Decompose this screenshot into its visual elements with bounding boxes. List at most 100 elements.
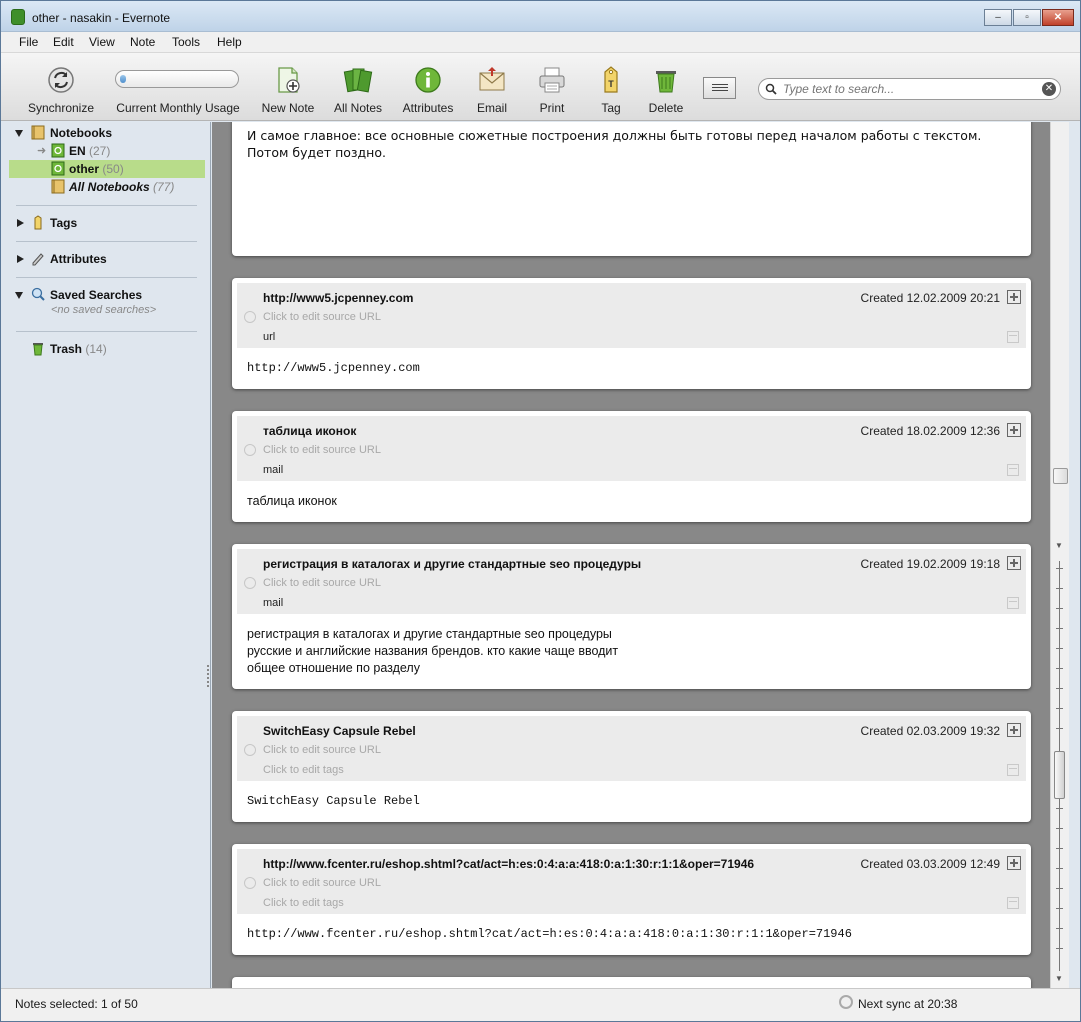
tag-label: Tag [601, 101, 621, 115]
source-url-field[interactable]: Click to edit source URL [263, 311, 381, 323]
no-saved-searches: <no saved searches> [51, 304, 157, 316]
sidebar-splitter-handle[interactable] [206, 665, 210, 689]
note-body[interactable]: регистрация в каталогах и другие стандар… [247, 626, 1016, 677]
tag-icon: T [604, 66, 618, 93]
notes-selected-status: Notes selected: 1 of 50 [15, 997, 138, 1011]
all-notebooks-icon [51, 179, 65, 194]
new-note-button[interactable]: New Note [257, 53, 319, 121]
note-title[interactable]: таблица иконок [263, 424, 356, 438]
tag-icon [34, 215, 42, 230]
tags-editor-icon[interactable] [1007, 331, 1019, 343]
window-controls: – ▫ ✕ [984, 9, 1074, 26]
expand-arrow-icon[interactable] [17, 255, 24, 263]
note-list: И самое главное: все основные сюжетные п… [212, 122, 1050, 988]
note-body[interactable]: таблица иконок [247, 493, 1016, 510]
note-tags[interactable]: mail [263, 597, 283, 609]
note-card[interactable]: регистрация в каталогах и другие стандар… [232, 544, 1031, 689]
view-options-button[interactable] [703, 77, 736, 99]
usage-label: Current Monthly Usage [116, 101, 240, 115]
expand-note-icon[interactable] [1007, 423, 1021, 437]
note-body[interactable]: SwitchEasy Capsule Rebel [247, 793, 1016, 810]
print-button[interactable]: Print [533, 53, 571, 121]
source-url-field[interactable]: Click to edit source URL [263, 444, 381, 456]
note-card[interactable]: И самое главное: все основные сюжетные п… [232, 122, 1031, 256]
expand-note-icon[interactable] [1007, 723, 1021, 737]
note-card[interactable]: таблица иконок Created 18.02.2009 12:36 … [232, 411, 1031, 522]
note-card[interactable] [232, 977, 1031, 988]
note-title[interactable]: http://www.fcenter.ru/eshop.shtml?cat/ac… [263, 857, 754, 871]
notebook-item-all[interactable]: All Notebooks (77) [1, 178, 201, 196]
trash-icon [33, 343, 43, 356]
note-card[interactable]: SwitchEasy Capsule Rebel Created 02.03.2… [232, 711, 1031, 822]
tags-editor-icon[interactable] [1007, 897, 1019, 909]
sidebar-tags[interactable]: Tags [1, 214, 201, 232]
scroll-down-arrow-icon[interactable]: ▼ [1055, 974, 1063, 983]
sidebar: Notebooks ➜ EN (27) other (50) All Noteb… [1, 122, 211, 988]
note-tags[interactable]: Click to edit tags [263, 764, 344, 776]
tags-editor-icon[interactable] [1007, 464, 1019, 476]
collapse-arrow-icon[interactable] [15, 130, 23, 137]
note-tags[interactable]: url [263, 331, 275, 343]
synchronize-button[interactable]: Synchronize [25, 53, 97, 121]
source-url-icon [244, 877, 256, 889]
monthly-usage[interactable]: Current Monthly Usage [113, 53, 243, 121]
sidebar-attributes[interactable]: Attributes [1, 250, 201, 268]
notebook-item-other[interactable]: other (50) [1, 160, 201, 178]
scrollbar-thumb[interactable] [1053, 468, 1068, 484]
note-tags[interactable]: Click to edit tags [263, 897, 344, 909]
clear-search-icon[interactable]: ✕ [1042, 82, 1056, 96]
search-box[interactable]: ✕ [758, 78, 1061, 100]
expand-note-icon[interactable] [1007, 290, 1021, 304]
all-notes-button[interactable]: All Notes [331, 53, 385, 121]
maximize-button[interactable]: ▫ [1013, 9, 1041, 26]
close-button[interactable]: ✕ [1042, 9, 1074, 26]
note-header: http://www.fcenter.ru/eshop.shtml?cat/ac… [237, 849, 1026, 914]
sidebar-trash[interactable]: Trash (14) [1, 340, 201, 358]
note-body[interactable]: http://www5.jcpenney.com [247, 360, 1016, 377]
menu-edit[interactable]: Edit [53, 35, 74, 49]
minimize-button[interactable]: – [984, 9, 1012, 26]
sidebar-saved-searches[interactable]: Saved Searches [1, 286, 201, 304]
source-url-field[interactable]: Click to edit source URL [263, 877, 381, 889]
menu-bar: File Edit View Note Tools Help [1, 32, 1080, 53]
search-input[interactable] [783, 81, 1038, 97]
expand-note-icon[interactable] [1007, 856, 1021, 870]
collapse-arrow-icon[interactable] [15, 292, 23, 299]
zoom-slider-knob[interactable] [1054, 751, 1065, 799]
note-created: Created 03.03.2009 12:49 [860, 857, 1000, 871]
note-body[interactable]: http://www.fcenter.ru/eshop.shtml?cat/ac… [247, 926, 1016, 943]
note-header: http://www5.jcpenney.com Created 12.02.2… [237, 283, 1026, 348]
note-tags[interactable]: mail [263, 464, 283, 476]
scroll-down-arrow-icon[interactable]: ▼ [1055, 541, 1063, 550]
attributes-button[interactable]: Attributes [399, 53, 457, 121]
svg-text:T: T [608, 79, 614, 89]
notebook-stack-icon [31, 125, 45, 140]
note-title[interactable]: SwitchEasy Capsule Rebel [263, 724, 416, 738]
tags-editor-icon[interactable] [1007, 764, 1019, 776]
sidebar-notebooks[interactable]: Notebooks [1, 124, 201, 142]
expand-note-icon[interactable] [1007, 556, 1021, 570]
note-title[interactable]: http://www5.jcpenney.com [263, 291, 413, 305]
menu-view[interactable]: View [89, 35, 115, 49]
menu-file[interactable]: File [19, 35, 38, 49]
tag-button[interactable]: T Tag [593, 53, 629, 121]
note-card[interactable]: http://www.fcenter.ru/eshop.shtml?cat/ac… [232, 844, 1031, 955]
email-button[interactable]: Email [473, 53, 511, 121]
notebook-item-en[interactable]: ➜ EN (27) [1, 142, 201, 160]
expand-arrow-icon[interactable] [17, 219, 24, 227]
notebook-name: All Notebooks [69, 180, 150, 194]
note-card[interactable]: http://www5.jcpenney.com Created 12.02.2… [232, 278, 1031, 389]
tags-editor-icon[interactable] [1007, 597, 1019, 609]
source-url-field[interactable]: Click to edit source URL [263, 744, 381, 756]
new-note-icon [278, 67, 300, 93]
menu-note[interactable]: Note [130, 35, 155, 49]
menu-tools[interactable]: Tools [172, 35, 200, 49]
menu-help[interactable]: Help [217, 35, 242, 49]
email-icon [479, 67, 505, 91]
note-title[interactable]: регистрация в каталогах и другие стандар… [263, 557, 641, 571]
delete-button[interactable]: Delete [645, 53, 687, 121]
zoom-slider[interactable]: ▼ ▼ [1050, 541, 1069, 988]
source-url-icon [244, 311, 256, 323]
delete-label: Delete [648, 101, 684, 115]
source-url-field[interactable]: Click to edit source URL [263, 577, 381, 589]
